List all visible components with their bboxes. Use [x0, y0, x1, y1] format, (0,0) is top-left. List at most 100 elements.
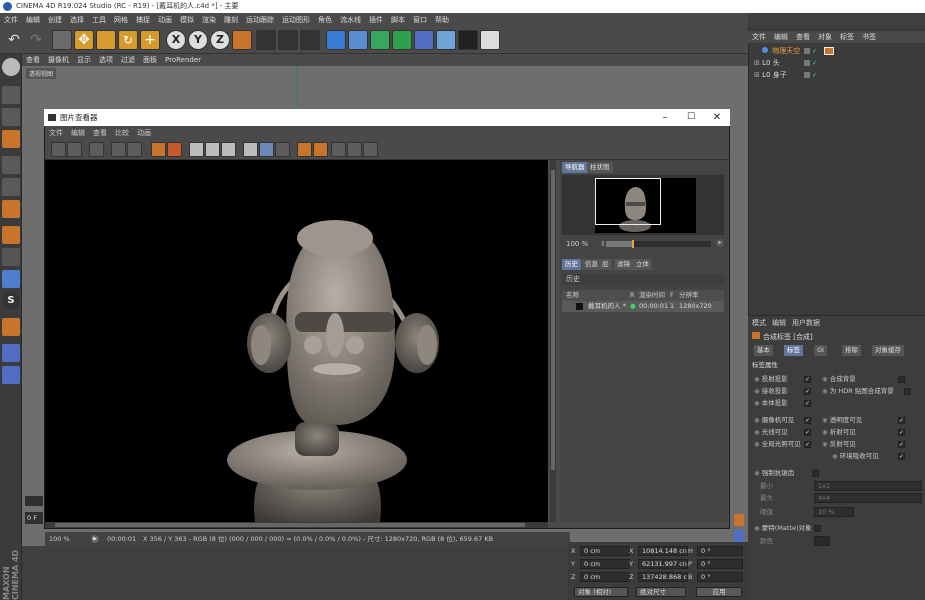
seen-by-ao-checkbox[interactable]: ✓: [898, 453, 905, 460]
om-menu-objects[interactable]: 对象: [814, 31, 836, 43]
compare-b-icon[interactable]: [205, 142, 220, 157]
render-view-icon[interactable]: [256, 30, 276, 50]
object-row-head[interactable]: ⊞ L0 头 ✓: [752, 58, 922, 69]
min-samples-field[interactable]: 1x1: [814, 481, 922, 491]
check-row-seen-by-reflection[interactable]: ◉ 反射可见: [822, 439, 856, 450]
check-row-composite-bg[interactable]: ◉ 合成背景: [822, 374, 856, 385]
force-aa-checkbox[interactable]: [812, 470, 819, 477]
undo-icon[interactable]: ↶: [4, 30, 24, 50]
close-icon[interactable]: ✕: [710, 109, 724, 126]
magnet-icon[interactable]: [2, 318, 20, 336]
color-swatch[interactable]: [814, 536, 830, 546]
set-b-icon[interactable]: [313, 142, 328, 157]
navigator-preview[interactable]: [562, 175, 724, 235]
seen-by-reflection-checkbox[interactable]: ✓: [898, 441, 905, 448]
enabled-check-icon[interactable]: ✓: [812, 70, 818, 81]
col-f[interactable]: F: [670, 290, 674, 301]
tweak-mode-icon[interactable]: [2, 248, 20, 266]
cube-icon[interactable]: [326, 30, 346, 50]
tab-history[interactable]: 历史: [562, 259, 581, 270]
threshold-field[interactable]: 10 %: [814, 507, 854, 517]
set-a-icon[interactable]: [297, 142, 312, 157]
check-row-self-shadowing[interactable]: ◉ 本体投影: [754, 398, 788, 409]
polygons-mode-icon[interactable]: [2, 200, 20, 218]
attribute-side-icon-2[interactable]: [734, 530, 744, 542]
tab-filter[interactable]: 滤镜: [614, 259, 633, 270]
menu-help[interactable]: 帮助: [431, 13, 453, 27]
seen-by-transparency-checkbox[interactable]: ✓: [898, 417, 905, 424]
check-row-seen-by-camera[interactable]: ◉ 摄像机可见: [754, 415, 794, 426]
seen-by-gi-checkbox[interactable]: ✓: [804, 441, 811, 448]
viewport-menu-prorender[interactable]: ProRender: [161, 54, 205, 66]
workplane-icon[interactable]: [2, 130, 20, 148]
camera-icon[interactable]: [458, 30, 478, 50]
z-axis-icon[interactable]: Z: [210, 30, 230, 50]
visibility-icon[interactable]: [804, 72, 810, 78]
open-icon[interactable]: [51, 142, 66, 157]
light-icon[interactable]: [480, 30, 500, 50]
render-vertical-scrollbar[interactable]: [550, 160, 556, 522]
menu-render[interactable]: 渲染: [198, 13, 220, 27]
menu-snap[interactable]: 捕捉: [132, 13, 154, 27]
points-mode-icon[interactable]: [2, 156, 20, 174]
check-row-seen-by-ao[interactable]: ◉ 环境吸收可见: [832, 451, 879, 462]
seen-by-rays-checkbox[interactable]: ✓: [804, 429, 811, 436]
rendered-image[interactable]: [45, 160, 548, 522]
grid-a-icon[interactable]: [331, 142, 346, 157]
coord-size-z[interactable]: 137428.868 c: [638, 572, 688, 582]
coord-rot-b[interactable]: 0 °: [697, 572, 743, 582]
viewport-menu-filter[interactable]: 过滤: [117, 54, 139, 66]
om-menu-edit[interactable]: 编辑: [770, 31, 792, 43]
viewport-menu-display[interactable]: 显示: [73, 54, 95, 66]
matte-checkbox[interactable]: [814, 525, 821, 532]
check-row-hdr-bg[interactable]: ◉ 为 HDR 贴图合成背景: [822, 386, 894, 397]
coord-mode-dropdown[interactable]: 对象 (相对): [574, 587, 628, 597]
compositing-tag-icon[interactable]: [824, 47, 834, 55]
pv-menu-compare[interactable]: 比较: [111, 126, 133, 140]
pv-menu-edit[interactable]: 编辑: [67, 126, 89, 140]
col-resolution[interactable]: 分辨率: [679, 290, 699, 301]
render-settings-icon[interactable]: [300, 30, 320, 50]
coord-pos-y[interactable]: 0 cm: [580, 559, 630, 569]
zoom-slider[interactable]: [606, 240, 711, 248]
coord-size-dropdown[interactable]: 绝对尺寸: [636, 587, 686, 597]
receive-shadows-checkbox[interactable]: ✓: [804, 388, 811, 395]
maximize-icon[interactable]: ☐: [684, 109, 698, 126]
render-to-picture-viewer-icon[interactable]: [278, 30, 298, 50]
check-row-cast-shadows[interactable]: ◉ 投射投影: [754, 374, 788, 385]
render-active-view-icon[interactable]: [151, 142, 166, 157]
attr-menu-mode[interactable]: 模式: [752, 319, 766, 327]
om-menu-bookmarks[interactable]: 书签: [858, 31, 880, 43]
fullscreen-icon[interactable]: [89, 142, 104, 157]
status-zoom[interactable]: 100 %: [49, 532, 70, 546]
check-row-receive-shadows[interactable]: ◉ 接收投影: [754, 386, 788, 397]
menu-window[interactable]: 窗口: [409, 13, 431, 27]
tab-stereo[interactable]: 立体: [633, 259, 652, 270]
tab-histogram[interactable]: 柱状图: [587, 162, 613, 173]
coord-rot-p[interactable]: 0 °: [697, 559, 743, 569]
region-render-icon[interactable]: [111, 142, 126, 157]
tab-navigator[interactable]: 导航器: [562, 162, 588, 173]
menu-sculpt[interactable]: 雕刻: [220, 13, 242, 27]
coordinate-system-icon[interactable]: [232, 30, 252, 50]
coord-pos-x[interactable]: 0 cm: [580, 546, 630, 556]
redo-icon[interactable]: ↷: [26, 30, 46, 50]
snap-icon[interactable]: [2, 270, 20, 288]
check-row-seen-by-refraction[interactable]: ◉ 折射可见: [822, 427, 856, 438]
scale-icon[interactable]: [96, 30, 116, 50]
col-r[interactable]: R: [630, 290, 635, 301]
apply-button[interactable]: 应用: [696, 587, 742, 597]
array-icon[interactable]: [392, 30, 412, 50]
object-row-body[interactable]: ⊞ L0 身子 ✓: [752, 70, 922, 81]
attr-menu-userdata[interactable]: 用户数据: [792, 319, 820, 327]
viewport-menu-options[interactable]: 选项: [95, 54, 117, 66]
menu-plugins[interactable]: 插件: [365, 13, 387, 27]
axis-mode-icon[interactable]: [2, 226, 20, 244]
tab-gi[interactable]: GI: [814, 345, 827, 356]
horizontal-scroll-thumb[interactable]: [55, 523, 525, 527]
menu-tools[interactable]: 工具: [88, 13, 110, 27]
self-shadowing-checkbox[interactable]: ✓: [804, 400, 811, 407]
save-icon[interactable]: [67, 142, 82, 157]
rotate-icon[interactable]: ↻: [118, 30, 138, 50]
model-mode-icon[interactable]: [2, 86, 20, 104]
